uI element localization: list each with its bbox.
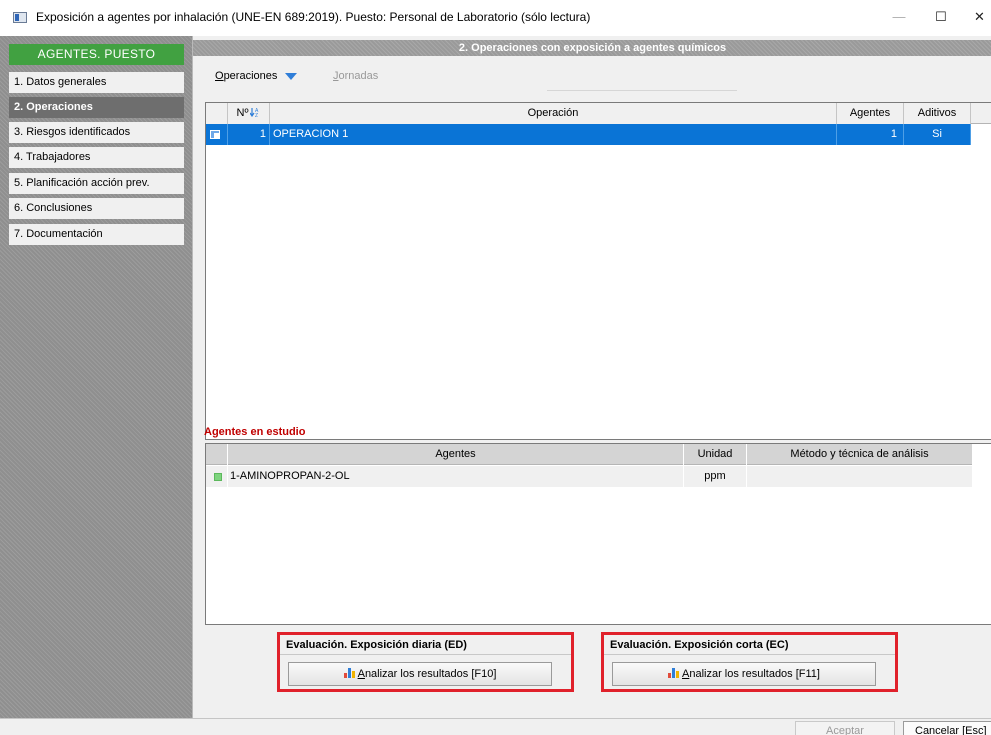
sidebar-item-conclusiones[interactable]: 6. Conclusiones [9, 198, 184, 219]
sidebar-item-riesgos-identificados[interactable]: 3. Riesgos identificados [9, 122, 184, 143]
main-panel: 2. Operaciones con exposición a agentes … [192, 36, 991, 718]
dialog-button-bar: Aceptar Cancelar [Esc] [0, 718, 991, 735]
agents-grid[interactable]: Agentes Unidad Método y técnica de análi… [205, 443, 991, 625]
eval-short-divider [604, 654, 895, 655]
cell-unidad[interactable]: ppm [684, 466, 747, 487]
eval-short-title: Evaluación. Exposición corta (EC) [610, 639, 789, 651]
column-header-num[interactable]: Nº A Z [228, 103, 270, 124]
window-titlebar: Exposición a agentes por inhalación (UNE… [0, 0, 991, 36]
cell-operacion[interactable]: OPERACION 1 [270, 124, 837, 145]
svg-text:Z: Z [255, 113, 258, 117]
bar-chart-icon [668, 668, 679, 678]
toolbar-divider [547, 90, 737, 91]
list-item[interactable]: 1-AMINOPROPAN-2-OL ppm [206, 466, 972, 487]
accept-button[interactable]: Aceptar [795, 721, 895, 735]
bar-chart-icon [343, 668, 355, 678]
eval-daily-divider [280, 654, 571, 655]
analyze-daily-access-key: A [357, 668, 365, 680]
sidebar-header: AGENTES. PUESTO [9, 44, 184, 65]
sidebar-item-planificacion[interactable]: 5. Planificación acción prev. [9, 173, 184, 194]
row-indicator-cell [206, 124, 228, 145]
operaciones-access-key: O [215, 70, 224, 82]
cell-metodo[interactable] [747, 466, 972, 487]
close-button[interactable]: ✕ [968, 5, 991, 29]
agent-indicator-cell [206, 466, 228, 487]
maximize-button[interactable]: ☐ [926, 5, 956, 29]
column-header-operacion[interactable]: Operación [270, 103, 837, 124]
operaciones-label: peraciones [223, 70, 278, 82]
minimize-button[interactable]: — [884, 5, 914, 29]
analyze-daily-label: nalizar los resultados [F10] [364, 668, 497, 680]
column-header-aditivos[interactable]: Aditivos [904, 103, 971, 124]
row-indicator-header [206, 103, 228, 124]
agents-grid-header: Agentes Unidad Método y técnica de análi… [206, 444, 972, 465]
operations-grid-header: Nº A Z Operación Agentes Aditivos [206, 103, 991, 124]
column-header-agente[interactable]: Agentes [228, 444, 684, 465]
sidebar-item-trabajadores[interactable]: 4. Trabajadores [9, 147, 184, 168]
sidebar: AGENTES. PUESTO 1. Datos generales 2. Op… [0, 36, 192, 718]
table-row[interactable]: 1 OPERACION 1 1 Si [206, 124, 991, 145]
operations-grid[interactable]: Nº A Z Operación Agentes Aditivos 1 OPERAC… [205, 102, 991, 440]
analyze-short-label: nalizar los resultados [F11] [689, 668, 820, 680]
sort-ascending-icon: AZ [250, 108, 259, 117]
app-window-icon [13, 12, 27, 23]
cell-agente[interactable]: 1-AMINOPROPAN-2-OL [228, 466, 684, 487]
cancel-button[interactable]: Cancelar [Esc] [903, 721, 991, 735]
sidebar-item-documentacion[interactable]: 7. Documentación [9, 224, 184, 245]
record-pointer-icon [210, 130, 220, 139]
column-header-agentes[interactable]: Agentes [837, 103, 904, 124]
column-header-metodo[interactable]: Método y técnica de análisis [747, 444, 972, 465]
analyze-daily-button[interactable]: Analizar los resultados [F10] [288, 662, 552, 686]
analyze-short-button[interactable]: Analizar los resultados [F11] [612, 662, 876, 686]
eval-short-exposure-panel: Evaluación. Exposición corta (EC) Analiz… [601, 632, 898, 692]
jornadas-label: ornadas [338, 70, 379, 82]
operaciones-menu-button[interactable]: Operaciones [215, 70, 298, 82]
cell-agentes[interactable]: 1 [837, 124, 904, 145]
sidebar-item-datos-generales[interactable]: 1. Datos generales [9, 72, 184, 93]
cell-aditivos[interactable]: Si [904, 124, 971, 145]
column-header-num-label: Nº [236, 107, 249, 119]
agents-section-label: Agentes en estudio [204, 426, 306, 438]
jornadas-button[interactable]: Jornadas [333, 70, 378, 82]
eval-daily-exposure-panel: Evaluación. Exposición diaria (ED) Anali… [277, 632, 574, 692]
agent-status-icon [214, 473, 222, 481]
eval-daily-title: Evaluación. Exposición diaria (ED) [286, 639, 467, 651]
window-title: Exposición a agentes por inhalación (UNE… [36, 10, 591, 24]
agents-indicator-header [206, 444, 228, 465]
section-title: 2. Operaciones con exposición a agentes … [193, 40, 991, 56]
sidebar-item-operaciones[interactable]: 2. Operaciones [9, 97, 184, 118]
cell-num[interactable]: 1 [228, 124, 270, 145]
dropdown-caret-icon [285, 73, 298, 80]
column-header-unidad[interactable]: Unidad [684, 444, 747, 465]
